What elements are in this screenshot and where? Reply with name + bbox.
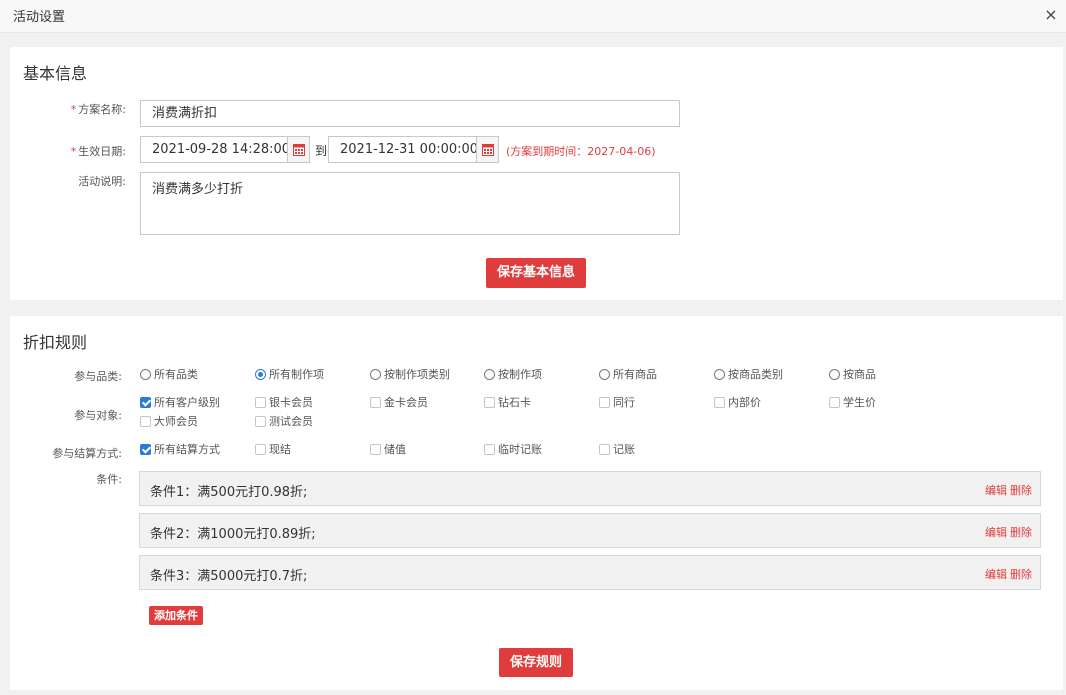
condition-text: 条件3：满5000元打0.7折; — [150, 569, 308, 584]
delete-link[interactable]: 删除 — [1010, 482, 1032, 498]
condition-text: 条件1：满500元打0.98折; — [150, 485, 308, 500]
category-option[interactable]: 按商品类别 — [714, 368, 783, 382]
payment-option[interactable]: 储值 — [370, 443, 406, 457]
target-option[interactable]: 同行 — [599, 396, 635, 410]
save-rule-button[interactable]: 保存规则 — [499, 648, 573, 677]
edit-link[interactable]: 编辑 — [985, 524, 1007, 540]
basic-info-panel: 基本信息 * 方案名称: 消费满折扣 * 生效日期: 2021-09-28 14:2… — [10, 47, 1063, 300]
checkbox-icon — [484, 397, 495, 408]
checkbox-icon — [255, 416, 266, 427]
start-calendar-button[interactable] — [287, 136, 310, 163]
checkbox-checked-icon — [140, 444, 151, 455]
payment-option[interactable]: 临时记账 — [484, 443, 542, 457]
checkbox-icon — [255, 397, 266, 408]
target-option[interactable]: 学生价 — [829, 396, 876, 410]
description-textarea[interactable]: 消费满多少打折 — [140, 172, 680, 235]
payment-option[interactable]: 记账 — [599, 443, 635, 457]
start-date-input[interactable]: 2021-09-28 14:28:00 — [140, 136, 290, 163]
checkbox-icon — [140, 416, 151, 427]
category-option[interactable]: 按制作项类别 — [370, 368, 450, 382]
target-option[interactable]: 所有客户级别 — [140, 396, 220, 410]
required-mark: * — [70, 103, 77, 116]
checkbox-icon — [829, 397, 840, 408]
delete-link[interactable]: 删除 — [1010, 566, 1032, 582]
end-calendar-button[interactable] — [476, 136, 499, 163]
edit-link[interactable]: 编辑 — [985, 482, 1007, 498]
effective-date-label: * 生效日期: — [70, 145, 126, 158]
checkbox-icon — [484, 444, 495, 455]
checkbox-icon — [599, 444, 610, 455]
checkbox-checked-icon — [140, 397, 151, 408]
target-option[interactable]: 测试会员 — [255, 415, 313, 429]
date-to-label: 到 — [315, 144, 328, 158]
close-icon[interactable]: × — [1042, 5, 1060, 25]
checkbox-icon — [714, 397, 725, 408]
edit-link[interactable]: 编辑 — [985, 566, 1007, 582]
plan-name-label: * 方案名称: — [70, 103, 126, 116]
checkbox-icon — [255, 444, 266, 455]
target-option[interactable]: 大师会员 — [140, 415, 198, 429]
end-date-input[interactable]: 2021-12-31 00:00:00 — [328, 136, 478, 163]
target-label: 参与对象: — [74, 409, 122, 422]
category-option[interactable]: 所有商品 — [599, 368, 657, 382]
checkbox-icon — [370, 444, 381, 455]
payment-label: 参与结算方式: — [52, 447, 122, 460]
target-option[interactable]: 金卡会员 — [370, 396, 428, 410]
radio-icon — [599, 369, 610, 380]
checkbox-icon — [370, 397, 381, 408]
condition-row: 条件1：满500元打0.98折; 编辑 删除 — [139, 471, 1041, 506]
basic-info-title: 基本信息 — [23, 64, 88, 83]
save-basic-info-button[interactable]: 保存基本信息 — [486, 258, 586, 288]
condition-row: 条件2：满1000元打0.89折; 编辑 删除 — [139, 513, 1041, 548]
condition-text: 条件2：满1000元打0.89折; — [150, 527, 316, 542]
radio-icon — [714, 369, 725, 380]
discount-rule-panel: 折扣规则 参与品类: 所有品类 所有制作项 按制作项类别 按制作项 所有商品 按… — [10, 316, 1063, 690]
plan-name-input[interactable]: 消费满折扣 — [140, 100, 680, 127]
add-condition-button[interactable]: 添加条件 — [149, 606, 203, 625]
dialog-titlebar: 活动设置 × — [0, 0, 1066, 33]
radio-icon — [829, 369, 840, 380]
target-option[interactable]: 银卡会员 — [255, 396, 313, 410]
conditions-label: 条件: — [96, 473, 122, 486]
payment-option[interactable]: 所有结算方式 — [140, 443, 220, 457]
dialog-title: 活动设置 — [13, 10, 66, 25]
target-option[interactable]: 钻石卡 — [484, 396, 531, 410]
condition-row: 条件3：满5000元打0.7折; 编辑 删除 — [139, 555, 1041, 590]
required-mark: * — [70, 145, 77, 158]
delete-link[interactable]: 删除 — [1010, 524, 1032, 540]
calendar-icon — [482, 144, 494, 156]
radio-icon — [370, 369, 381, 380]
expire-note: (方案到期时间：2027-04-06) — [506, 145, 656, 158]
discount-rule-title: 折扣规则 — [23, 333, 88, 352]
radio-icon — [484, 369, 495, 380]
category-option[interactable]: 所有品类 — [140, 368, 198, 382]
payment-option[interactable]: 现结 — [255, 443, 291, 457]
calendar-icon — [293, 144, 305, 156]
description-label: 活动说明: — [78, 175, 126, 188]
category-option[interactable]: 按商品 — [829, 368, 876, 382]
category-label: 参与品类: — [74, 370, 122, 383]
target-option[interactable]: 内部价 — [714, 396, 761, 410]
radio-icon — [140, 369, 151, 380]
radio-checked-icon — [255, 369, 266, 380]
category-option[interactable]: 所有制作项 — [255, 368, 324, 382]
category-option[interactable]: 按制作项 — [484, 368, 542, 382]
checkbox-icon — [599, 397, 610, 408]
